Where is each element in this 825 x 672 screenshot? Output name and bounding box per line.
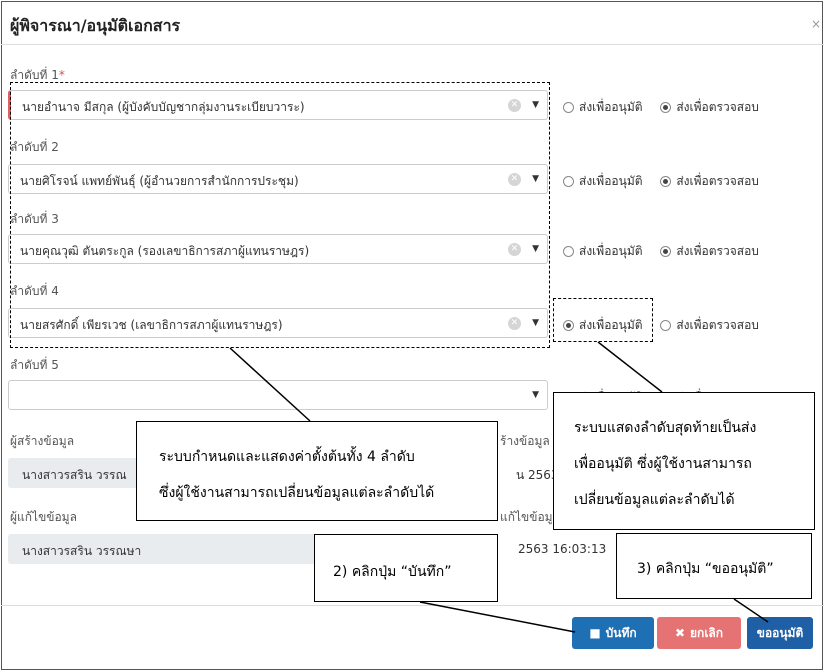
floppy-disk-icon: ■	[589, 626, 601, 640]
approver-5-select[interactable]: ▼	[8, 380, 548, 410]
save-step-note: 2) คลิกปุ่ม “บันทึก”	[314, 534, 498, 602]
note-line: 2) คลิกปุ่ม “บันทึก”	[333, 564, 452, 580]
radio-icon[interactable]	[563, 176, 574, 187]
cancel-circle-icon: ✖	[674, 626, 686, 640]
created-date-label: ร้างข้อมูล	[500, 434, 550, 448]
modified-by-label: ผู้แก้ไขข้อมูล	[10, 510, 77, 524]
request-approval-button[interactable]: ขออนุมัติ	[747, 617, 813, 649]
footer-divider	[1, 605, 824, 606]
note-line: ระบบกำหนดและแสดงค่าตั้งต้นทั้ง 4 ลำดับ	[159, 449, 415, 465]
chevron-down-icon[interactable]: ▼	[532, 390, 539, 400]
note-line: เพื่ออนุมัติ ซึ่งผู้ใช้งานสามารถ	[574, 456, 752, 472]
approver-4-option-review[interactable]: ส่งเพื่อตรวจสอบ	[660, 316, 759, 335]
default-approvers-note: ระบบกำหนดและแสดงค่าตั้งต้นทั้ง 4 ลำดับ ซ…	[136, 421, 498, 521]
approver-2-option-review[interactable]: ส่งเพื่อตรวจสอบ	[660, 172, 759, 191]
approver-1-option-approve[interactable]: ส่งเพื่ออนุมัติ	[563, 98, 643, 117]
approver-5-label: ลำดับที่ 5	[10, 358, 59, 372]
radio-selected-icon[interactable]	[660, 176, 672, 187]
approver-1-options: ส่งเพื่ออนุมัติ ส่งเพื่อตรวจสอบ	[563, 98, 773, 117]
radio-icon[interactable]	[563, 102, 574, 113]
approver-3-options: ส่งเพื่ออนุมัติ ส่งเพื่อตรวจสอบ	[563, 242, 773, 261]
note-line: เปลี่ยนข้อมูลแต่ละลำดับได้	[574, 492, 735, 508]
approver-1-option-review[interactable]: ส่งเพื่อตรวจสอบ	[660, 98, 759, 117]
modified-date-label: แก้ไขข้อมูล	[500, 510, 560, 524]
created-by-label: ผู้สร้างข้อมูล	[10, 434, 75, 448]
approver-3-option-review[interactable]: ส่งเพื่อตรวจสอบ	[660, 242, 759, 261]
save-button[interactable]: ■ บันทึก	[572, 617, 654, 649]
note-line: ซึ่งผู้ใช้งานสามารถเปลี่ยนข้อมูลแต่ละลำด…	[159, 485, 435, 501]
final-approve-note: ระบบแสดงลำดับสุดท้ายเป็นส่ง เพื่ออนุมัติ…	[553, 392, 815, 530]
modified-date-value: 2563 16:03:13	[518, 542, 607, 556]
cancel-button[interactable]: ✖ ยกเลิก	[657, 617, 741, 649]
approver-2-option-approve[interactable]: ส่งเพื่ออนุมัติ	[563, 172, 643, 191]
default-approvers-highlight	[10, 82, 550, 348]
dialog-title: ผู้พิจารณา/อนุมัติเอกสาร	[10, 16, 181, 35]
approver-2-options: ส่งเพื่ออนุมัติ ส่งเพื่อตรวจสอบ	[563, 172, 773, 191]
approve-step-note: 3) คลิกปุ่ม “ขออนุมัติ”	[616, 533, 812, 599]
radio-selected-icon[interactable]	[660, 246, 672, 257]
radio-selected-icon[interactable]	[660, 102, 672, 113]
final-approve-highlight	[553, 298, 653, 342]
radio-icon[interactable]	[660, 320, 672, 331]
note-line: ระบบแสดงลำดับสุดท้ายเป็นส่ง	[574, 420, 757, 436]
header-divider	[1, 44, 824, 45]
close-icon[interactable]: ×	[811, 17, 821, 31]
approver-3-option-approve[interactable]: ส่งเพื่ออนุมัติ	[563, 242, 643, 261]
radio-icon[interactable]	[563, 246, 574, 257]
note-line: 3) คลิกปุ่ม “ขออนุมัติ”	[637, 561, 774, 577]
